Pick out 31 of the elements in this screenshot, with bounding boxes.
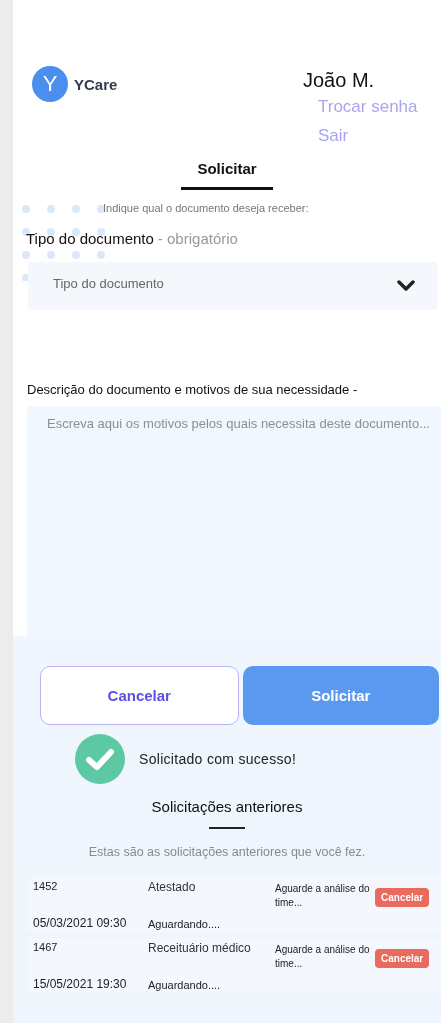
submit-button[interactable]: Solicitar (242, 666, 439, 725)
field-label: Descrição do documento e motivos de sua necessidade - (27, 382, 359, 397)
check-circle-icon (75, 734, 125, 784)
section-title: Solicitações anteriores (150, 798, 304, 815)
request-status: Aguardando.... (148, 979, 222, 991)
instruction-text: Indique qual o documento deseja receber: (103, 202, 309, 214)
description-field[interactable]: Escreva aqui os motivos pelos quais necessita deste documento... (27, 406, 441, 636)
request-date: 05/03/2021 09:30 (33, 916, 128, 930)
request-note: Aguarde a análise do time... (275, 943, 371, 971)
request-type: Receituário médico (148, 941, 252, 955)
required-hint: - obrigatório (157, 230, 238, 247)
request-note: Aguarde a análise do time... (275, 882, 371, 910)
field-label: Tipo do documento (26, 230, 154, 247)
section-subtitle: Estas são as solicitações anteriores que você fez. (87, 845, 367, 859)
success-message: Solicitado com sucesso! (139, 751, 297, 767)
request-id: 1467 (33, 941, 59, 953)
request-id: 1452 (33, 880, 59, 892)
cancel-request-button[interactable]: Cancelar (375, 888, 430, 907)
chevron-down-icon (396, 280, 416, 292)
request-date: 15/05/2021 19:30 (33, 977, 128, 991)
tab[interactable]: Solicitar (181, 154, 273, 190)
logo-circle: Y (32, 66, 68, 102)
account-link[interactable]: Sair (318, 121, 441, 150)
brand-name: YCare (74, 75, 118, 93)
document-type-select[interactable]: Tipo do documento (28, 262, 438, 310)
request-status: Aguardando.... (148, 918, 222, 930)
user-name: João M. (303, 68, 376, 92)
cancel-request-button[interactable]: Cancelar (375, 949, 430, 968)
request-type: Atestado (148, 880, 197, 894)
cancel-button[interactable]: Cancelar (40, 666, 239, 725)
account-link[interactable]: Trocar senha (318, 92, 441, 121)
